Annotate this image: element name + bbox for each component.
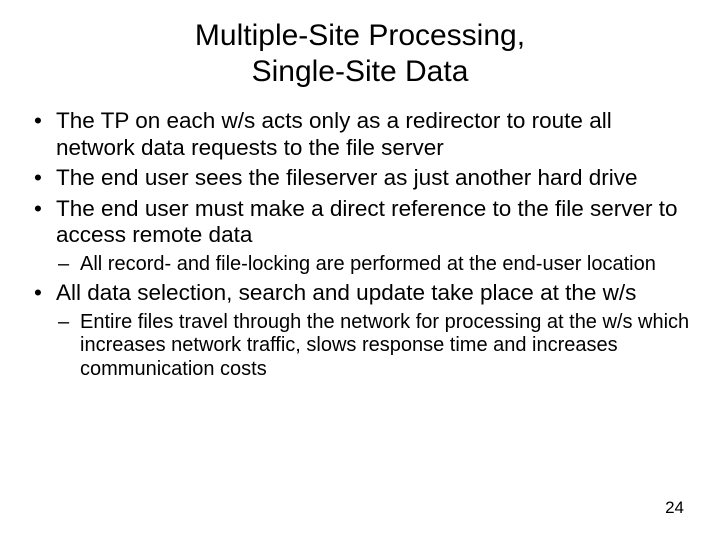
slide-title: Multiple-Site Processing, Single-Site Da…	[30, 18, 690, 90]
bullet-item: The TP on each w/s acts only as a redire…	[30, 108, 690, 161]
bullet-text: All data selection, search and update ta…	[56, 280, 636, 305]
sub-bullet-text: Entire files travel through the network …	[80, 311, 689, 380]
bullet-text: The end user sees the fileserver as just…	[56, 165, 638, 190]
sub-bullet-item: Entire files travel through the network …	[56, 311, 690, 382]
sub-bullet-list: Entire files travel through the network …	[56, 311, 690, 382]
sub-bullet-list: All record- and file-locking are perform…	[56, 253, 690, 277]
sub-bullet-item: All record- and file-locking are perform…	[56, 253, 690, 277]
sub-bullet-text: All record- and file-locking are perform…	[80, 253, 656, 275]
title-line-2: Single-Site Data	[252, 55, 469, 88]
title-line-1: Multiple-Site Processing,	[195, 19, 525, 52]
bullet-text: The end user must make a direct referenc…	[56, 196, 678, 248]
slide: Multiple-Site Processing, Single-Site Da…	[0, 0, 720, 540]
bullet-item: All data selection, search and update ta…	[30, 280, 690, 381]
bullet-text: The TP on each w/s acts only as a redire…	[56, 108, 612, 160]
bullet-item: The end user sees the fileserver as just…	[30, 165, 690, 192]
bullet-item: The end user must make a direct referenc…	[30, 196, 690, 277]
bullet-list: The TP on each w/s acts only as a redire…	[30, 108, 690, 382]
page-number: 24	[665, 498, 684, 518]
